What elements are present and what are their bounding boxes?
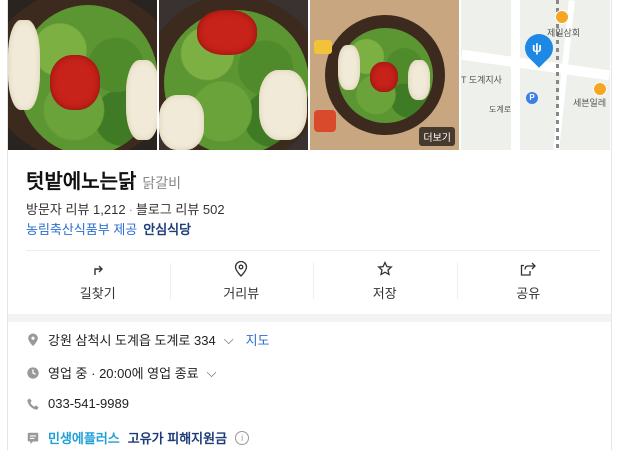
clock-icon (27, 366, 39, 379)
hours-status: 영업 중 (48, 366, 88, 381)
directions-label: 길찾기 (79, 285, 116, 301)
map-label-2: T 도계지사 (461, 75, 502, 85)
restaurant-poi-icon[interactable] (555, 10, 569, 24)
location-map[interactable]: 제일삼회 T 도계지사 도계로 세븐일레 ψ P (461, 0, 610, 150)
fork-knife-icon: ψ (532, 40, 542, 55)
title-row: 텃밭에노는닭 닭갈비 (26, 165, 181, 194)
hours-chevron-icon[interactable]: ⌵ (207, 365, 217, 381)
food-photo-3[interactable]: 더보기 (310, 0, 459, 150)
phone-icon (27, 397, 39, 410)
review-stats: 방문자 리뷰 1,212 · 블로그 리뷰 502 (26, 202, 225, 217)
hours-closing: · 20:00에 영업 종료 (91, 366, 199, 381)
store-poi-icon[interactable] (593, 82, 607, 96)
address-text[interactable]: 강원 삼척시 도계읍 도계로 334 (48, 330, 216, 349)
food-photo-1[interactable] (8, 0, 157, 150)
parking-icon: P (526, 92, 538, 104)
promo-row: 민생에플러스 고유가 피해지원금 i (26, 428, 250, 447)
directions-button[interactable]: 길찾기 (26, 251, 170, 311)
share-button[interactable]: 공유 (456, 251, 601, 311)
phone-row: 033-541-9989 (26, 396, 129, 411)
visitor-reviews-link[interactable]: 방문자 리뷰 1,212 (26, 202, 126, 217)
map-label-4: 세븐일레 (573, 98, 607, 108)
star-icon (376, 260, 393, 276)
hours-row: 영업 중 · 20:00에 영업 종료 ⌵ (26, 363, 216, 382)
place-category: 닭갈비 (142, 175, 182, 191)
share-label: 공유 (516, 285, 541, 301)
phone-number[interactable]: 033-541-9989 (48, 396, 129, 411)
blog-reviews-link[interactable]: 블로그 리뷰 502 (136, 202, 225, 217)
address-row: 강원 삼척시 도계읍 도계로 334 ⌵ 지도 (26, 330, 269, 349)
chevron-down-icon[interactable]: ⌵ (224, 332, 234, 348)
place-name: 텃밭에노는닭 (26, 171, 137, 193)
promo-brand[interactable]: 민생에플러스 (48, 428, 120, 447)
map-link[interactable]: 지도 (246, 330, 270, 349)
save-button[interactable]: 저장 (313, 251, 457, 311)
food-photo-2[interactable] (159, 0, 308, 150)
action-bar: 길찾기 거리뷰 저장 공유 (26, 250, 600, 311)
certification-row: 농림축산식품부 제공 안심식당 (26, 219, 191, 238)
street-view-button[interactable]: 거리뷰 (169, 251, 314, 311)
directions-icon (94, 265, 103, 275)
location-icon (28, 332, 38, 346)
place-card: 더보기 제일삼회 T 도계지사 도계로 세븐일레 ψ P 텃밭에노는닭 닭갈비 … (7, 0, 612, 450)
more-photos-badge[interactable]: 더보기 (419, 127, 455, 146)
hours-text-group: 영업 중 · 20:00에 영업 종료 (48, 363, 199, 382)
section-divider (8, 314, 611, 322)
map-label-3: 도계로 (489, 105, 512, 114)
photo-strip: 더보기 제일삼회 T 도계지사 도계로 세븐일레 ψ P (8, 0, 611, 150)
info-icon[interactable]: i (235, 430, 250, 445)
share-icon (521, 262, 537, 276)
pin-icon (235, 260, 248, 277)
safe-restaurant-badge: 안심식당 (143, 222, 192, 237)
street-view-label: 거리뷰 (223, 285, 260, 301)
notice-icon (27, 432, 39, 444)
map-label-1: 제일삼회 (547, 28, 581, 38)
provider-link[interactable]: 농림축산식품부 제공 (26, 222, 137, 237)
promo-text[interactable]: 고유가 피해지원금 (128, 428, 227, 447)
save-label: 저장 (372, 285, 397, 301)
